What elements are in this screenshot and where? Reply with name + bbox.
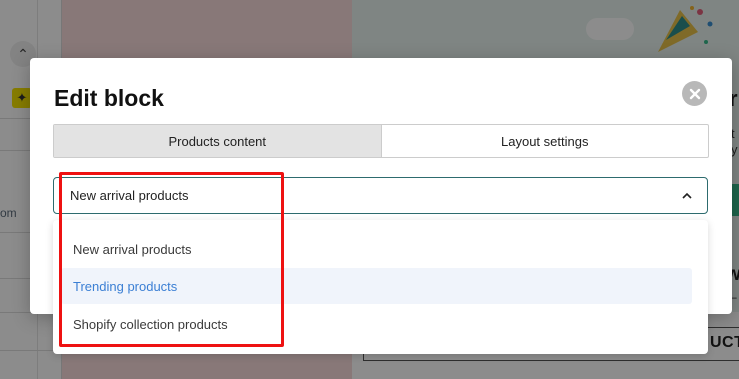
close-icon[interactable] [682, 81, 707, 106]
product-source-select[interactable]: New arrival products [53, 177, 708, 214]
tab-bar: Products content Layout settings [53, 124, 709, 158]
tab-products-content[interactable]: Products content [54, 125, 382, 157]
option-trending-products[interactable]: Trending products [61, 268, 692, 304]
dropdown-menu: New arrival products Trending products S… [53, 220, 708, 354]
select-value: New arrival products [70, 188, 189, 203]
modal-title: Edit block [54, 85, 164, 111]
option-shopify-collection-products[interactable]: Shopify collection products [61, 306, 692, 342]
close-icon-glyph [689, 88, 700, 99]
tab-layout-settings[interactable]: Layout settings [382, 125, 709, 157]
chevron-up-icon [682, 192, 692, 199]
option-new-arrival-products[interactable]: New arrival products [61, 231, 692, 267]
